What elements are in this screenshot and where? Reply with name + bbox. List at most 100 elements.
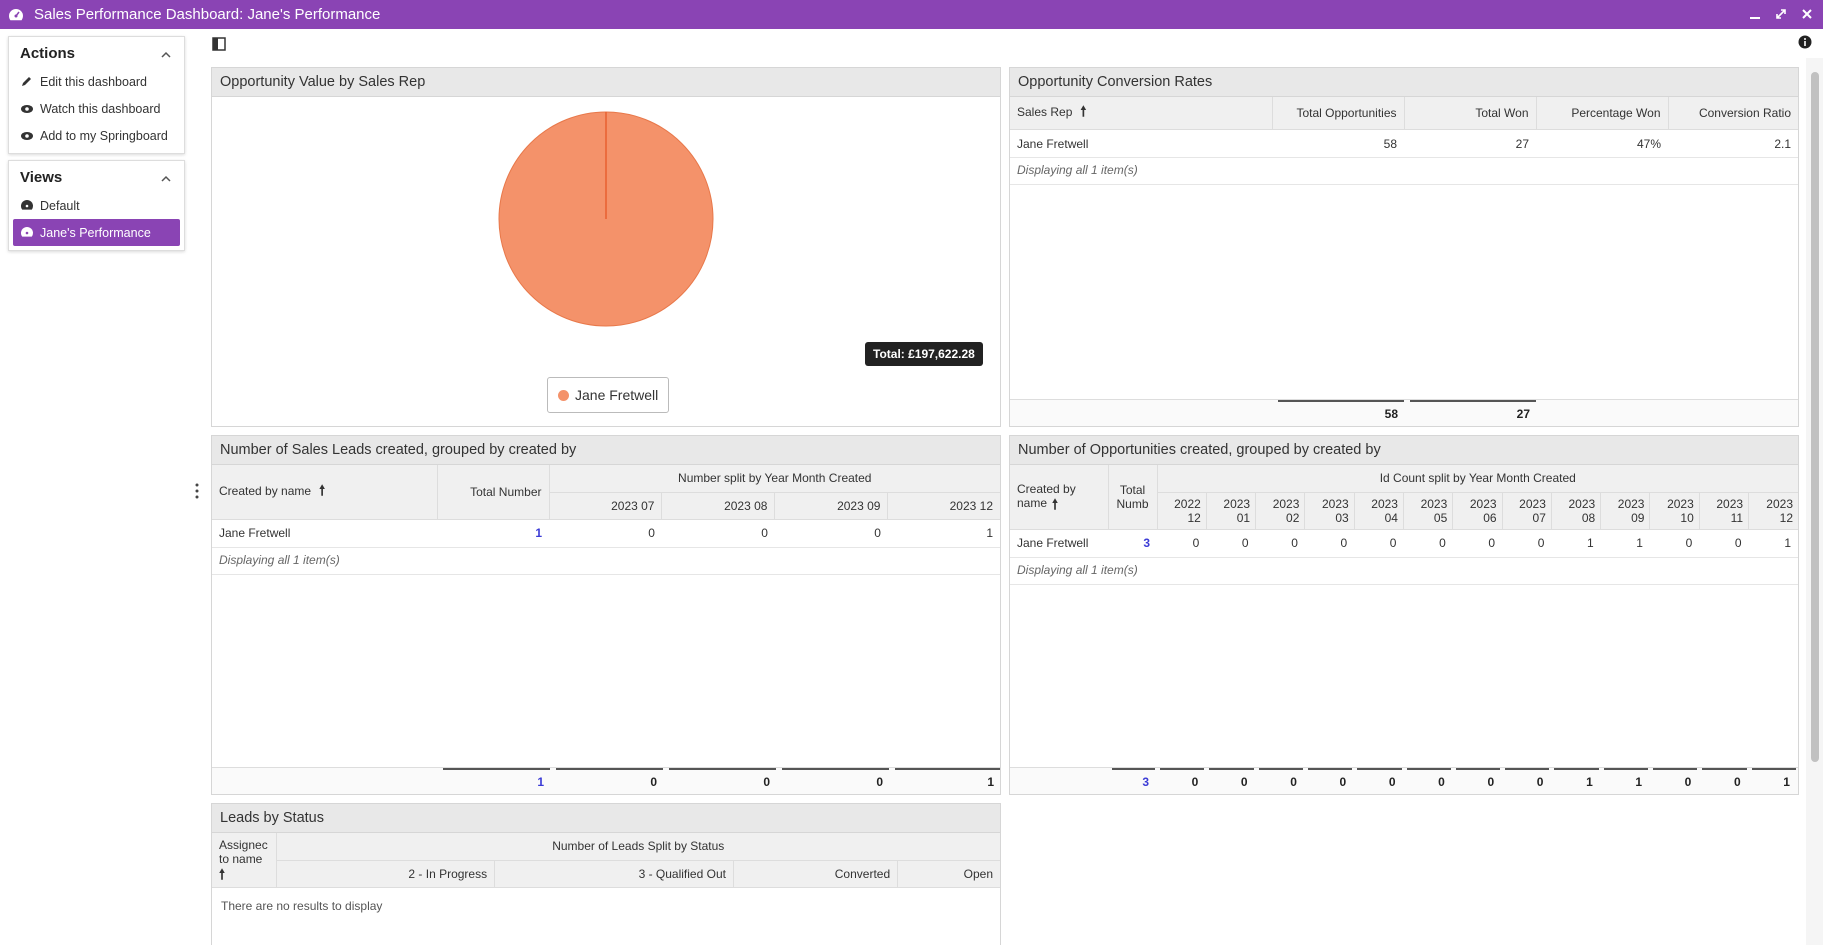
drag-handle-icon[interactable] (195, 483, 201, 501)
view-janes-performance[interactable]: Jane's Performance (13, 219, 180, 246)
footer-month: 1 (1554, 768, 1599, 794)
edit-dashboard-link[interactable]: Edit this dashboard (9, 68, 184, 95)
col-month[interactable]: 2023 10 (1649, 492, 1700, 530)
footer-total[interactable]: 1 (443, 768, 550, 794)
col-conversion-ratio[interactable]: Conversion Ratio (1668, 97, 1798, 130)
col-month[interactable]: 2023 11 (1699, 492, 1750, 530)
col-month[interactable]: 2023 04 (1354, 492, 1404, 530)
cell-sales-rep: Jane Fretwell (1010, 129, 1272, 158)
col-month[interactable]: 2023 07 (549, 492, 663, 520)
col-group-year-month: Number split by Year Month Created (549, 465, 1000, 493)
cell-value: 0 (1304, 529, 1355, 558)
sort-up-icon[interactable]: 🠕 (219, 867, 225, 881)
col-month[interactable]: 2023 01 (1206, 492, 1257, 530)
table-row[interactable]: Jane Fretwell 58 27 47% 2.1 (1010, 129, 1798, 158)
col-status[interactable]: Open (897, 860, 1000, 888)
col-month[interactable]: 2023 06 (1452, 492, 1503, 530)
toggle-panel-icon[interactable] (210, 34, 228, 54)
cell-total-link[interactable]: 3 (1108, 529, 1157, 558)
legend[interactable]: Jane Fretwell (547, 377, 670, 413)
close-icon[interactable] (1799, 6, 1815, 22)
sort-up-icon[interactable]: 🠕 (319, 480, 325, 504)
col-percentage-won[interactable]: Percentage Won (1536, 97, 1669, 130)
col-month[interactable]: 2023 12 (1748, 492, 1798, 530)
col-sales-rep[interactable]: Sales Rep 🠕 (1010, 97, 1273, 130)
views-header[interactable]: Views (9, 161, 184, 192)
cell-value: 0 (1649, 529, 1700, 558)
leads-table: Created by name 🠕 Total Number Number spl… (212, 465, 1000, 548)
col-group-year-month: Id Count split by Year Month Created (1157, 465, 1798, 493)
eye-icon (20, 129, 34, 143)
dashboard-icon (20, 199, 34, 213)
cell-value: 1 (1748, 529, 1798, 558)
footer-total[interactable]: 3 (1112, 768, 1155, 794)
no-results-message: There are no results to display (221, 898, 383, 913)
col-status[interactable]: 2 - In Progress (276, 860, 496, 888)
cell-total-link[interactable]: 1 (437, 519, 549, 548)
table-row[interactable]: Jane Fretwell 3 0000000011001 (1010, 529, 1798, 558)
leads-by-status-widget: Leads by Status Assignec to name 🠕 Numbe… (211, 803, 1001, 945)
pencil-icon (20, 75, 34, 89)
col-created-by-name[interactable]: Created by name 🠕 (1010, 465, 1109, 530)
actions-box: Actions Edit this dashboard Watch this d… (8, 36, 185, 154)
footer-month: 0 (1702, 768, 1747, 794)
minimize-icon[interactable] (1747, 6, 1763, 22)
col-created-by-name[interactable]: Created by name 🠕 (212, 465, 438, 520)
scrollbar-thumb[interactable] (1811, 72, 1819, 762)
watch-dashboard-link[interactable]: Watch this dashboard (9, 95, 184, 122)
opportunity-value-widget: Opportunity Value by Sales Rep Total: £1… (211, 67, 1001, 427)
col-assigned-to-name[interactable]: Assignec to name 🠕 (212, 833, 277, 888)
info-icon[interactable] (1798, 35, 1816, 53)
add-springboard-label: Add to my Springboard (40, 128, 168, 143)
cell-total-opportunities: 58 (1272, 129, 1404, 158)
col-total-opportunities[interactable]: Total Opportunities (1272, 97, 1405, 130)
col-month[interactable]: 2023 05 (1403, 492, 1454, 530)
restore-icon[interactable] (1773, 6, 1789, 22)
col-status[interactable]: Converted (733, 860, 899, 888)
widget-title: Opportunity Conversion Rates (1010, 68, 1798, 97)
col-month[interactable]: 2023 07 (1502, 492, 1552, 530)
col-month[interactable]: 2023 09 (1600, 492, 1651, 530)
col-month[interactable]: 2023 08 (661, 492, 776, 520)
col-month[interactable]: 2022 12 (1157, 492, 1207, 530)
chevron-up-icon[interactable] (160, 172, 172, 184)
sales-leads-widget: Number of Sales Leads created, grouped b… (211, 435, 1001, 795)
col-total-number[interactable]: Total Numb (1108, 465, 1158, 530)
col-month[interactable]: 2023 12 (887, 492, 1000, 520)
views-title: Views (20, 169, 63, 186)
displaying-count: Displaying all 1 item(s) (212, 548, 1000, 575)
scrollbar[interactable] (1806, 58, 1823, 945)
cell-value: 0 (1206, 529, 1256, 558)
conversion-table: Sales Rep 🠕 Total Opportunities Total Won… (1010, 97, 1798, 158)
cell-conversion-ratio: 2.1 (1668, 129, 1798, 158)
sort-up-icon[interactable]: 🠕 (1080, 101, 1086, 125)
cell-name: Jane Fretwell (212, 519, 437, 548)
actions-header[interactable]: Actions (9, 37, 184, 68)
footer-total-opportunities: 58 (1278, 400, 1404, 426)
col-total-won[interactable]: Total Won (1404, 97, 1537, 130)
leads-status-table: Assignec to name 🠕 Number of Leads Split… (212, 833, 1000, 888)
cell-value: 0 (774, 519, 888, 548)
col-month[interactable]: 2023 08 (1551, 492, 1602, 530)
legend-swatch (558, 389, 569, 401)
col-month[interactable]: 2023 09 (774, 492, 889, 520)
cell-value: 1 (1551, 529, 1601, 558)
col-status[interactable]: 3 - Qualified Out (494, 860, 734, 888)
cell-value: 0 (1354, 529, 1404, 558)
displaying-count: Displaying all 1 item(s) (1010, 558, 1798, 585)
edit-dashboard-label: Edit this dashboard (40, 74, 148, 89)
view-default[interactable]: Default (9, 192, 184, 219)
footer-month: 0 (1505, 768, 1550, 794)
table-row[interactable]: Jane Fretwell 1 0 0 0 1 (212, 519, 1000, 548)
eye-icon (20, 102, 34, 116)
chevron-up-icon[interactable] (160, 48, 172, 60)
displaying-count: Displaying all 1 item(s) (1010, 158, 1798, 185)
widget-title: Leads by Status (212, 804, 1000, 833)
col-total-number[interactable]: Total Number (437, 465, 550, 520)
col-month[interactable]: 2023 02 (1255, 492, 1306, 530)
sort-up-icon[interactable]: 🠕 (1052, 497, 1058, 511)
cell-percentage-won: 47% (1536, 129, 1668, 158)
add-springboard-link[interactable]: Add to my Springboard (9, 122, 184, 149)
col-month[interactable]: 2023 03 (1304, 492, 1355, 530)
cell-value: 0 (1255, 529, 1305, 558)
